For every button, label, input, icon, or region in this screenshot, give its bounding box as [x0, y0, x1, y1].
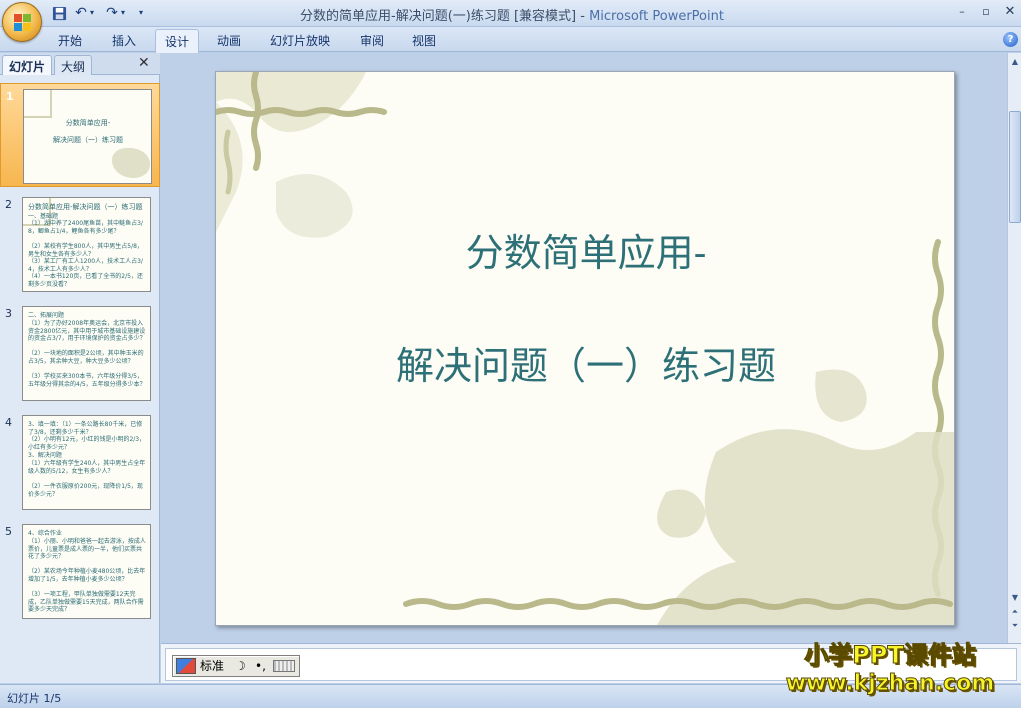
vertical-scrollbar[interactable]: ▲ ▼ ⏶ ⏷ — [1007, 53, 1021, 643]
thumbnail-text: 分数简单应用-解决问题（一）练习题 — [28, 203, 143, 211]
thumbnail-text: （3）某工厂有工人1200人，技术工人占3/4，技术工人有多少人？ — [28, 258, 143, 273]
thumbnail-text: 4、综合作业 — [28, 530, 62, 537]
thumbnail-number: 3 — [5, 307, 12, 320]
document-title: 分数的简单应用-解决问题(一)练习题 [兼容模式] - — [300, 9, 590, 24]
slide-thumbnail-3[interactable]: 3 二、拓展问题 （1）为了办好2008年奥运会，北京市投入资金2800亿元，其… — [0, 301, 160, 405]
tab-slides[interactable]: 幻灯片 — [2, 55, 53, 75]
thumbnail-number: 2 — [5, 198, 12, 211]
thumbnail-preview: 二、拓展问题 （1）为了办好2008年奥运会，北京市投入资金2800亿元，其中用… — [22, 306, 151, 401]
thumbnail-text: （1）小丽、小明和爸爸一起去游泳，按成人票价，儿童票是成人票的一半，他们买票共花… — [28, 538, 146, 560]
thumbnail-text: （1）六年级有学生240人，其中男生占全年级人数的5/12，女生有多少人？ — [28, 460, 146, 475]
thumbnail-text: 解决问题（一）练习题 — [53, 136, 123, 144]
scroll-thumb[interactable] — [1009, 111, 1021, 223]
next-slide-icon[interactable]: ⏷ — [1009, 619, 1021, 632]
ime-logo-icon[interactable] — [176, 658, 196, 674]
ime-halfwidth-icon[interactable]: ☽ — [235, 658, 251, 674]
slide-title-line-2[interactable]: 解决问题（一）练习题 — [216, 335, 954, 390]
thumbnail-decoration — [112, 148, 150, 178]
ime-toolbar[interactable]: 标准 ☽ •, — [172, 655, 300, 677]
thumbnail-text: （4）一本书120页，已看了全书的2/5，还剩多少页没看？ — [28, 273, 143, 288]
previous-slide-icon[interactable]: ⏶ — [1009, 605, 1021, 618]
thumbnail-text: （1）为了办好2008年奥运会，北京市投入资金2800亿元，其中用于城市基础设施… — [28, 320, 146, 342]
tab-slideshow[interactable]: 幻灯片放映 — [270, 32, 330, 49]
thumbnail-preview: 3、填一填：（1）一条公路长80千米，已修了3/8，还剩多少千米？ （2）小明有… — [22, 415, 151, 510]
tab-view[interactable]: 视图 — [412, 32, 436, 49]
office-button[interactable] — [2, 2, 42, 42]
thumbnail-text: （2）小明有12元，小红的钱是小明的2/3，小红有多少元？ — [28, 436, 146, 451]
watermark-url: www.kjzhan.com — [785, 671, 995, 697]
thumbnail-text: （2）一件衣服原价200元，现降价1/5，现价多少元？ — [28, 483, 143, 498]
tab-review[interactable]: 审阅 — [360, 32, 384, 49]
thumbnail-text: （2）某校有学生800人，其中男生占5/8，男生和女生各有多少人？ — [28, 243, 143, 258]
tab-design[interactable]: 设计 — [155, 29, 200, 53]
slides-pane: 幻灯片 大纲 ✕ 1 分数简单应用- 解决问题（一）练习题 2 分数简单应用-解… — [0, 53, 160, 683]
pane-close-icon[interactable]: ✕ — [138, 55, 150, 71]
thumbnail-number: 1 — [6, 90, 14, 103]
minimize-button[interactable]: – — [951, 3, 973, 21]
customize-toolbar-icon[interactable]: ▾ — [136, 4, 146, 22]
thumbnail-text: （3）学校买来300本书，六年级分得3/5，五年级分得其余的4/5，五年级分得多… — [28, 373, 146, 388]
tab-animations[interactable]: 动画 — [217, 32, 241, 49]
tab-home[interactable]: 开始 — [58, 32, 82, 49]
thumbnail-preview: 分数简单应用-解决问题（一）练习题 一、基础题 （1）湖中养了2400尾鱼苗，其… — [22, 197, 151, 292]
thumbnail-text: （2）某农场今年种植小麦480公顷，比去年增加了1/5，去年种植小麦多少公顷？ — [28, 568, 146, 583]
thumbnail-text: 3、填一填：（1）一条公路长80千米，已修了3/8，还剩多少千米？ — [28, 421, 143, 436]
watermark-site-name: 小学PPT课件站 — [804, 641, 977, 670]
ribbon-tabs: 开始 插入 设计 动画 幻灯片放映 审阅 视图 ? — [0, 27, 1021, 53]
tab-outline[interactable]: 大纲 — [54, 55, 93, 75]
help-icon[interactable]: ? — [1003, 32, 1018, 47]
undo-dropdown-icon[interactable]: ▾ — [88, 4, 96, 22]
thumbnail-decoration — [24, 90, 52, 118]
save-icon[interactable] — [50, 4, 68, 22]
scroll-down-icon[interactable]: ▼ — [1009, 591, 1021, 604]
tab-insert[interactable]: 插入 — [112, 32, 136, 49]
ime-mode-label[interactable]: 标准 — [200, 658, 232, 674]
thumbnail-number: 4 — [5, 416, 12, 429]
thumbnail-number: 5 — [5, 525, 12, 538]
current-slide[interactable]: 分数简单应用- 解决问题（一）练习题 — [215, 71, 955, 626]
thumbnail-text: 3、解决问题 — [28, 452, 62, 459]
app-name: Microsoft PowerPoint — [589, 9, 724, 24]
redo-dropdown-icon[interactable]: ▾ — [119, 4, 127, 22]
ime-punctuation-icon[interactable]: •, — [255, 658, 269, 674]
slide-thumbnail-2[interactable]: 2 分数简单应用-解决问题（一）练习题 一、基础题 （1）湖中养了2400尾鱼苗… — [0, 192, 160, 296]
maximize-button[interactable]: ▫ — [975, 3, 997, 21]
thumbnail-text: 分数简单应用- — [65, 119, 111, 127]
title-bar: ↶ ▾ ↷ ▾ ▾ 分数的简单应用-解决问题(一)练习题 [兼容模式] - Mi… — [0, 0, 1021, 27]
slide-thumbnail-1[interactable]: 1 分数简单应用- 解决问题（一）练习题 — [0, 83, 160, 187]
scroll-up-icon[interactable]: ▲ — [1009, 55, 1021, 68]
thumbnail-text: （1）湖中养了2400尾鱼苗，其中鲢鱼占3/8，鲫鱼占1/4，鲤鱼各有多少尾？ — [28, 220, 143, 235]
thumbnail-preview: 4、综合作业 （1）小丽、小明和爸爸一起去游泳，按成人票价，儿童票是成人票的一半… — [22, 524, 151, 619]
slide-thumbnail-4[interactable]: 4 3、填一填：（1）一条公路长80千米，已修了3/8，还剩多少千米？ （2）小… — [0, 410, 160, 514]
site-watermark: 小学PPT课件站 www.kjzhan.com — [770, 640, 1010, 702]
window-title: 分数的简单应用-解决问题(一)练习题 [兼容模式] - Microsoft Po… — [300, 5, 724, 24]
thumbnail-preview: 分数简单应用- 解决问题（一）练习题 — [23, 89, 152, 184]
slide-thumbnail-5[interactable]: 5 4、综合作业 （1）小丽、小明和爸爸一起去游泳，按成人票价，儿童票是成人票的… — [0, 519, 160, 623]
office-logo-icon — [14, 14, 32, 32]
close-button[interactable]: ✕ — [999, 3, 1021, 21]
thumbnail-text: 二、拓展问题 — [28, 312, 65, 319]
thumbnail-text: （2）一块地的面积是2公顷，其中种玉米的占3/5，其余种大豆，种大豆多少公顷？ — [28, 350, 144, 365]
slide-counter: 幻灯片 1/5 — [7, 692, 62, 705]
slide-title-line-1[interactable]: 分数简单应用- — [216, 222, 954, 277]
thumbnail-text: （3）一项工程，甲队单独做需要12天完成，乙队单独做需要15天完成，两队合作需要… — [28, 591, 144, 613]
pane-tabs: 幻灯片 大纲 ✕ — [0, 53, 160, 75]
ime-keyboard-icon[interactable] — [273, 660, 295, 672]
